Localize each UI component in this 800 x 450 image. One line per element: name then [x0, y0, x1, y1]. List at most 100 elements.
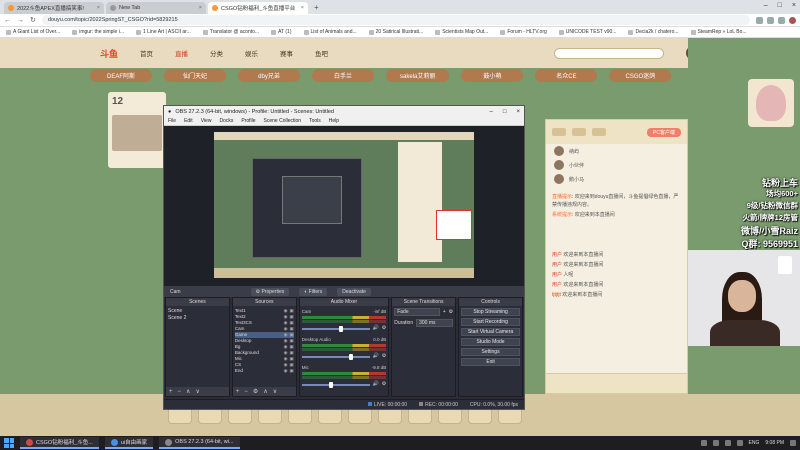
streamer-pill[interactable]: DEAF阿斯: [90, 69, 152, 82]
extension-icon[interactable]: [756, 16, 763, 24]
taskbar-app-paint[interactable]: ui自由画家: [104, 437, 154, 449]
clock[interactable]: 9:08 PM: [765, 440, 784, 446]
bookmark-item[interactable]: List of Animals and...: [303, 29, 357, 35]
transition-select[interactable]: Fade: [394, 308, 440, 316]
close-tab-icon[interactable]: ×: [199, 5, 202, 11]
menu-tools[interactable]: Tools: [309, 118, 321, 124]
volume-slider[interactable]: [301, 353, 370, 360]
filters-button[interactable]: ◐ Filters: [299, 287, 328, 296]
close-window-icon[interactable]: ×: [792, 2, 796, 9]
volume-knob[interactable]: [349, 353, 354, 360]
minimize-icon[interactable]: –: [490, 109, 493, 115]
move-up-icon[interactable]: ∧: [186, 388, 190, 395]
remove-icon[interactable]: −: [244, 389, 248, 395]
streamer-pill[interactable]: sakela艾莉丽: [386, 69, 450, 82]
chat-input[interactable]: [546, 373, 687, 393]
taskbar-app-chrome[interactable]: CSGO钻粉福利_斗鱼...: [20, 437, 99, 449]
chat-user[interactable]: 系统提示: [552, 212, 572, 218]
bookmark-item[interactable]: UNICODE TEST v90...: [558, 29, 616, 35]
chat-tab[interactable]: [572, 128, 586, 136]
menu-file[interactable]: File: [168, 118, 176, 124]
menu-profile[interactable]: Profile: [241, 118, 255, 124]
obs-preview[interactable]: [164, 126, 524, 286]
extension-icon[interactable]: [778, 16, 785, 24]
studio-mode-button[interactable]: Studio Mode: [461, 338, 520, 346]
extension-icon[interactable]: [767, 16, 774, 24]
move-down-icon[interactable]: ∨: [195, 388, 199, 395]
chat-tab[interactable]: [552, 128, 566, 136]
windows-start-icon[interactable]: [4, 438, 14, 448]
streamer-pill[interactable]: 仙门天妃: [164, 69, 226, 82]
nav-home[interactable]: 首页: [140, 48, 153, 58]
back-icon[interactable]: ←: [4, 17, 11, 24]
bookmark-item[interactable]: AT (1): [271, 29, 292, 35]
volume-slider[interactable]: [301, 381, 370, 388]
chat-user[interactable]: 用户: [552, 252, 562, 258]
tray-icon[interactable]: [712, 440, 719, 446]
nav-fishbar[interactable]: 鱼吧: [315, 48, 328, 58]
move-up-icon[interactable]: ∧: [263, 388, 267, 395]
speaker-icon[interactable]: 🔊: [373, 381, 379, 388]
close-icon[interactable]: ×: [516, 109, 520, 115]
site-logo[interactable]: 斗鱼: [100, 47, 118, 60]
gear-icon[interactable]: ⚙: [382, 325, 386, 332]
streamer-pill[interactable]: 名众CE: [535, 69, 598, 82]
site-search-input[interactable]: [554, 47, 664, 59]
bookmark-item[interactable]: Decia2k / chatero...: [628, 29, 679, 35]
chat-tab[interactable]: [592, 128, 606, 136]
bookmark-item[interactable]: Forum - HLTV.org: [500, 29, 547, 35]
add-icon[interactable]: +: [443, 309, 446, 316]
nav-live[interactable]: 直播: [175, 48, 188, 58]
nav-events[interactable]: 赛事: [280, 48, 293, 58]
new-tab-icon[interactable]: +: [310, 3, 323, 12]
pc-client-button[interactable]: PC客户端: [647, 127, 681, 137]
streamer-thumbnail[interactable]: [112, 115, 162, 151]
menu-edit[interactable]: Edit: [184, 118, 193, 124]
add-icon[interactable]: +: [169, 389, 173, 395]
bookmark-item[interactable]: 1 Line Art | ASCII ar...: [136, 29, 191, 35]
rank-row[interactable]: 纳屿: [546, 144, 687, 158]
speaker-icon[interactable]: 🔊: [373, 325, 379, 332]
browser-tab-2[interactable]: New Tab ×: [106, 2, 206, 14]
bookmark-item[interactable]: imgur: the simple i...: [72, 29, 124, 35]
profile-icon[interactable]: [789, 16, 796, 24]
notification-icon[interactable]: [790, 440, 796, 446]
scene-item[interactable]: Scene 2: [168, 315, 227, 322]
menu-docks[interactable]: Docks: [219, 118, 233, 124]
streamer-pill[interactable]: dby兄弟: [238, 69, 300, 82]
reload-icon[interactable]: ↻: [30, 16, 36, 24]
maximize-icon[interactable]: □: [778, 2, 782, 9]
maximize-icon[interactable]: □: [503, 109, 507, 115]
speaker-icon[interactable]: 🔊: [373, 353, 379, 360]
duration-input[interactable]: 300 ms: [416, 319, 454, 327]
bookmark-item[interactable]: A Giant List of Over...: [6, 29, 60, 35]
remove-icon[interactable]: −: [178, 389, 182, 395]
scene-item[interactable]: Scene: [168, 308, 227, 315]
menu-help[interactable]: Help: [329, 118, 339, 124]
start-virtual-camera-button[interactable]: Start Virtual Camera: [461, 328, 520, 336]
nav-entertainment[interactable]: 娱乐: [245, 48, 258, 58]
menu-scene-collection[interactable]: Scene Collection: [264, 118, 302, 124]
browser-tab-1[interactable]: 2022斗鱼APEX直播搞笑事! ×: [4, 2, 104, 14]
bookmark-item[interactable]: SteamRep » LoL Bo...: [690, 29, 747, 35]
close-tab-icon[interactable]: ×: [97, 5, 100, 11]
rank-row[interactable]: 小伙伴: [546, 158, 687, 172]
gear-icon[interactable]: ⚙: [382, 381, 386, 388]
bookmark-item[interactable]: Scientists Map Out...: [435, 29, 488, 35]
stop-streaming-button[interactable]: Stop Streaming: [461, 308, 520, 316]
move-down-icon[interactable]: ∨: [273, 388, 277, 395]
start-recording-button[interactable]: Start Recording: [461, 318, 520, 326]
url-input[interactable]: douyu.com/topic/2022SpringST_CSGO?rid=58…: [41, 15, 750, 25]
volume-slider[interactable]: [301, 325, 370, 332]
exit-button[interactable]: Exit: [461, 358, 520, 366]
settings-button[interactable]: Settings: [461, 348, 520, 356]
streamer-pill[interactable]: 鼓小萌: [461, 69, 524, 82]
properties-button[interactable]: ⚙ Properties: [250, 287, 290, 296]
volume-knob[interactable]: [339, 325, 344, 332]
add-icon[interactable]: +: [236, 389, 240, 395]
nav-category[interactable]: 分类: [210, 48, 223, 58]
volume-knob[interactable]: [328, 381, 333, 388]
bookmark-item[interactable]: 20 Satirical Illustrati...: [368, 29, 423, 35]
menu-view[interactable]: View: [201, 118, 212, 124]
chat-user[interactable]: 直播提示: [552, 194, 572, 200]
